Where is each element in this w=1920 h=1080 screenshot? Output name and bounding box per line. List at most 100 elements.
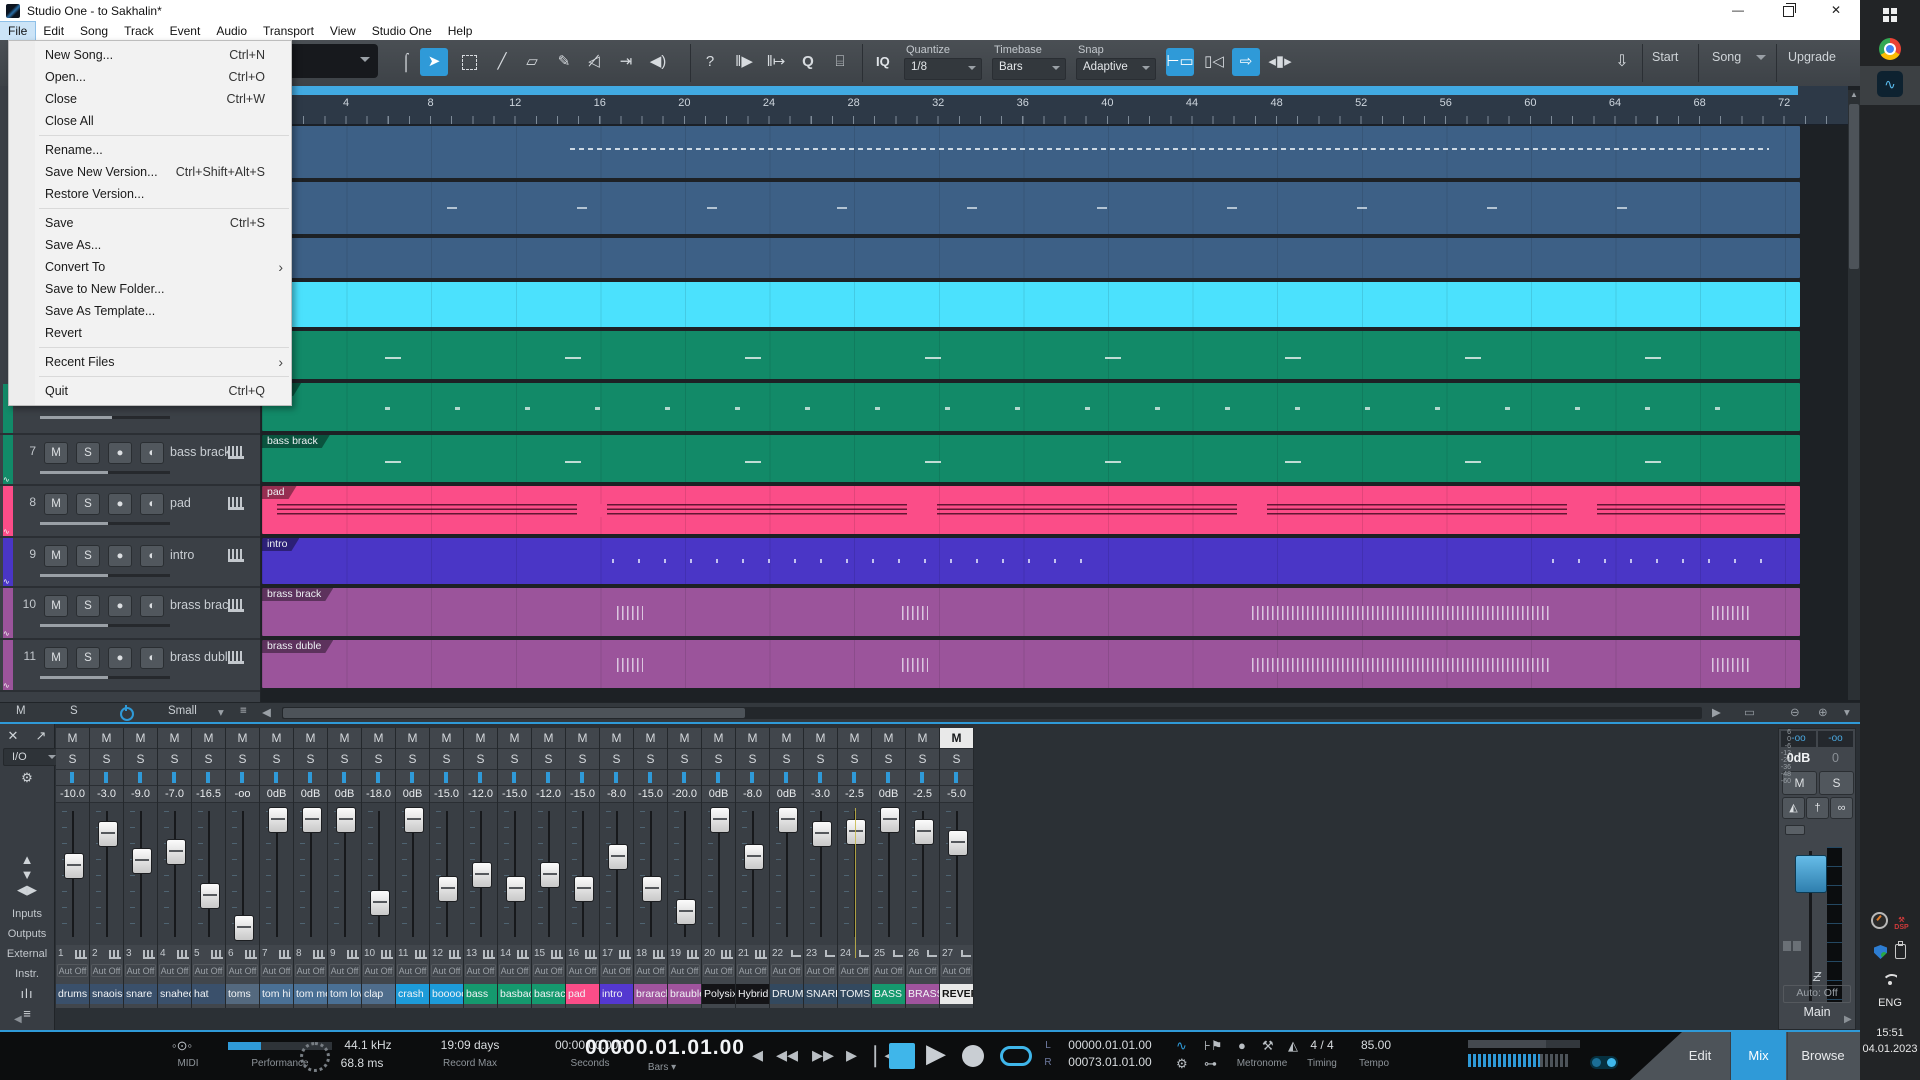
channel-mute-button[interactable]: M: [158, 728, 191, 749]
channel-mute-button[interactable]: M: [498, 728, 531, 749]
menu-item-restore-version[interactable]: Restore Version...: [9, 183, 291, 205]
clip-brass-brack[interactable]: brass brack: [262, 588, 1800, 636]
channel-pan-control[interactable]: [56, 770, 89, 786]
mixer-channel-basbac[interactable]: MS-15.014Aut Offbasbac: [498, 728, 532, 1008]
fader-handle[interactable]: [676, 899, 696, 925]
channel-solo-button[interactable]: S: [430, 749, 463, 770]
mixer-channel-intro[interactable]: MS-8.017Aut Offintro: [600, 728, 634, 1008]
menu-item-save-as-template[interactable]: Save As Template...: [9, 300, 291, 322]
automation-mode[interactable]: Aut Off: [702, 963, 735, 978]
channel-mute-button[interactable]: M: [328, 728, 361, 749]
mixer-channel-snare[interactable]: MS-3.023Aut OffSNARE: [804, 728, 838, 1008]
clip-row-3[interactable]: [262, 238, 1800, 278]
menu-item-close[interactable]: CloseCtrl+W: [9, 88, 291, 110]
channel-mute-button[interactable]: M: [362, 728, 395, 749]
time-format-select[interactable]: Bars ▾: [648, 1062, 676, 1073]
channel-name[interactable]: snaoise: [90, 984, 123, 1004]
snap-select[interactable]: Adaptive: [1076, 58, 1156, 80]
channel-fader[interactable]: [294, 803, 327, 945]
channel-solo-button[interactable]: S: [362, 749, 395, 770]
chrome-icon[interactable]: [1860, 38, 1920, 65]
zoom-menu-icon[interactable]: ▾: [1844, 705, 1850, 719]
channel-name[interactable]: tom me: [294, 984, 327, 1004]
automation-mode[interactable]: Aut Off: [940, 963, 973, 978]
channel-pan-control[interactable]: [362, 770, 395, 786]
channel-solo-button[interactable]: S: [736, 749, 769, 770]
menu-item-save-as[interactable]: Save As...: [9, 234, 291, 256]
channel-volume-readout[interactable]: -9.0: [124, 786, 157, 803]
track-monitor-button[interactable]: ◐: [140, 545, 164, 567]
channel-name[interactable]: TOMS: [838, 984, 871, 1004]
mixer-left-external[interactable]: External: [0, 948, 54, 960]
channel-fader[interactable]: [362, 803, 395, 945]
track-record-arm-button[interactable]: ●: [108, 545, 132, 567]
channel-volume-readout[interactable]: -12.0: [532, 786, 565, 803]
channel-pan-control[interactable]: [940, 770, 973, 786]
follow-button[interactable]: ⇨: [1232, 48, 1260, 76]
mixer-channel-brass[interactable]: MS-2.526Aut OffBRASS: [906, 728, 940, 1008]
listen-tool-button[interactable]: ◀): [644, 48, 672, 76]
channel-solo-button[interactable]: S: [600, 749, 633, 770]
channel-volume-readout[interactable]: -18.0: [362, 786, 395, 803]
clip-row-1[interactable]: [262, 126, 1800, 178]
channel-name[interactable]: basbac: [498, 984, 531, 1004]
automation-mode[interactable]: Aut Off: [634, 963, 667, 978]
mixer-channel-booooo[interactable]: MS-15.012Aut Offbooooo: [430, 728, 464, 1008]
mixer-left-inputs[interactable]: Inputs: [0, 908, 54, 920]
fader-handle[interactable]: [404, 807, 424, 833]
channel-pan-control[interactable]: [532, 770, 565, 786]
fader-handle[interactable]: [642, 876, 662, 902]
channel-pan-control[interactable]: [328, 770, 361, 786]
chevron-down-icon[interactable]: [1756, 54, 1766, 68]
channel-volume-readout[interactable]: -8.0: [600, 786, 633, 803]
channel-solo-button[interactable]: S: [804, 749, 837, 770]
automation-mode[interactable]: Aut Off: [362, 963, 395, 978]
channel-name[interactable]: crash: [396, 984, 429, 1004]
track-mute-button[interactable]: M: [44, 493, 68, 515]
channel-solo-button[interactable]: S: [872, 749, 905, 770]
channel-solo-button[interactable]: S: [838, 749, 871, 770]
automation-mode[interactable]: Aut Off: [430, 963, 463, 978]
master-fader-handle[interactable]: [1795, 855, 1827, 893]
expand-button[interactable]: ◂▮▸: [1266, 48, 1294, 76]
tempo-value[interactable]: 85.00: [1361, 1038, 1391, 1052]
channel-name[interactable]: booooo: [430, 984, 463, 1004]
browse-view-button[interactable]: Browse: [1788, 1032, 1858, 1080]
automation-mode[interactable]: Aut Off: [56, 963, 89, 978]
track-volume-slider[interactable]: [40, 471, 170, 474]
channel-pan-control[interactable]: [736, 770, 769, 786]
z-meter-icon[interactable]: Ƶ: [1779, 969, 1855, 984]
timebase-select[interactable]: Bars: [992, 58, 1066, 80]
fader-handle[interactable]: [336, 807, 356, 833]
download-icon[interactable]: ⇩: [1608, 48, 1636, 76]
mixer-channel-drums[interactable]: MS0dB22Aut OffDRUMS: [770, 728, 804, 1008]
fader-handle[interactable]: [812, 821, 832, 847]
channel-solo-button[interactable]: S: [226, 749, 259, 770]
mixer-channel-rever[interactable]: MS-5.027Aut OffREVER: [940, 728, 974, 1008]
channel-volume-readout[interactable]: -16.5: [192, 786, 225, 803]
fader-handle[interactable]: [200, 883, 220, 909]
clip-back[interactable]: back: [262, 383, 1800, 431]
master-channel[interactable]: -oo -oo 0dB 0 M S ◭ † ∞ 60-6-12-24-36-48…: [1778, 728, 1856, 1030]
menubar-item-event[interactable]: Event: [162, 22, 209, 40]
mixer-channel-bass[interactable]: MS0dB25Aut OffBASS: [872, 728, 906, 1008]
expand-vertical-icon[interactable]: ▲▼: [0, 852, 54, 882]
upgrade-button[interactable]: Upgrade: [1788, 50, 1836, 64]
wrench-icon[interactable]: ⚙: [0, 770, 54, 786]
channel-mute-button[interactable]: M: [600, 728, 633, 749]
clip-intro[interactable]: intro: [262, 538, 1800, 584]
channel-mute-button[interactable]: M: [90, 728, 123, 749]
range-tool-button[interactable]: [455, 48, 483, 76]
start-page-button[interactable]: Start: [1652, 50, 1678, 64]
track-solo-button[interactable]: S: [76, 595, 100, 617]
automation-mode[interactable]: Aut Off: [838, 963, 871, 978]
loop-button[interactable]: [1000, 1046, 1032, 1066]
automation-mode[interactable]: Aut Off: [872, 963, 905, 978]
channel-solo-button[interactable]: S: [770, 749, 803, 770]
channel-name[interactable]: tom lov: [328, 984, 361, 1004]
track-solo-button[interactable]: S: [76, 647, 100, 669]
channel-name[interactable]: toms: [226, 984, 259, 1004]
channel-volume-readout[interactable]: 0dB: [328, 786, 361, 803]
mixer-channel-pad[interactable]: MS-15.016Aut Offpad: [566, 728, 600, 1008]
automation-mode[interactable]: Aut Off: [226, 963, 259, 978]
